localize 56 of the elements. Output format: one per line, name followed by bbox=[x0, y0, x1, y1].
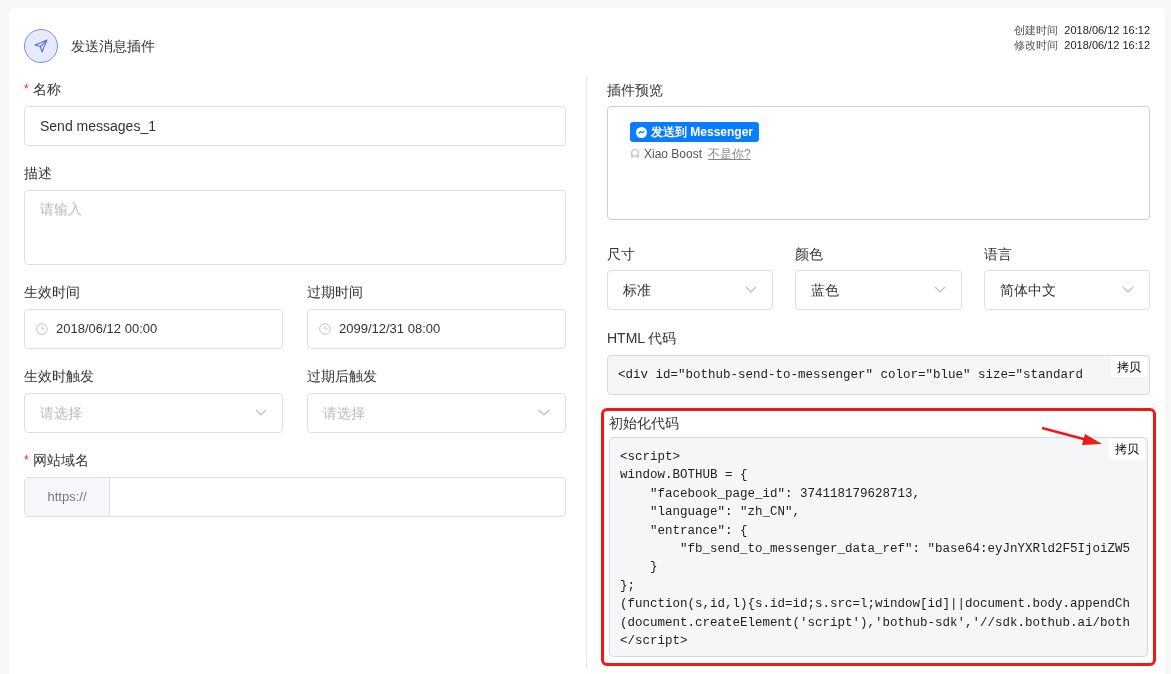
user-name: Xiao Boost bbox=[644, 146, 703, 163]
code-line: <script> bbox=[620, 450, 680, 464]
field-label: 网站域名 bbox=[32, 450, 89, 470]
page-title: 发送消息插件 bbox=[71, 36, 155, 56]
code-line: (document.createElement('script'),'bothub-sdk','//sdk.bothub.ai/both bbox=[620, 615, 1131, 630]
chevron-down-icon bbox=[1122, 286, 1134, 294]
url-input-field[interactable]: https:// bbox=[24, 477, 566, 517]
code-line: window.BOTHUB = { bbox=[620, 468, 748, 483]
code-line: } bbox=[649, 560, 658, 575]
field-label: 过期时间 bbox=[307, 282, 363, 302]
not-you-link[interactable]: 不是你? bbox=[708, 145, 751, 163]
field-label: HTML 代码 bbox=[607, 329, 678, 348]
field-label: 语言 bbox=[983, 245, 1013, 262]
meta-value: 2018/06/12 16:12 bbox=[1064, 38, 1150, 53]
field-label: 生效时间 bbox=[24, 282, 80, 302]
chevron-down-icon bbox=[745, 286, 758, 294]
meta-label: 创建时间 bbox=[1014, 23, 1059, 38]
code-line: "facebook_page_id": 374118179628713, bbox=[649, 486, 921, 501]
name-input-field[interactable]: Send messages_1 bbox=[24, 106, 566, 146]
select-dropdown[interactable]: 蓝色 bbox=[795, 270, 962, 310]
required-asterisk: * bbox=[24, 452, 29, 469]
chevron-down-icon bbox=[933, 286, 946, 294]
chevron-down-icon bbox=[538, 409, 550, 417]
date-time-field[interactable]: 2099/12/31 08:00 bbox=[307, 309, 566, 349]
field-label: 初始化代码 bbox=[609, 414, 680, 433]
code-line: </script> bbox=[620, 633, 688, 648]
clock-icon bbox=[36, 323, 48, 335]
send-to-messenger-button[interactable]: 发送到 Messenger bbox=[630, 122, 760, 142]
code-line: }; bbox=[620, 578, 635, 593]
select-dropdown[interactable]: 简体中文 bbox=[983, 270, 1150, 310]
field-label: 过期后触发 bbox=[307, 366, 377, 386]
copy-button[interactable]: 拷贝 bbox=[1109, 439, 1145, 459]
paper-plane-icon bbox=[24, 29, 58, 63]
field-label: 插件预览 bbox=[607, 81, 664, 98]
field-label: 名称 bbox=[32, 79, 61, 99]
messenger-icon bbox=[636, 126, 647, 138]
code-line: (function(s,id,l){s.id=id;s.src=l;window[id]||document.body.appendCh bbox=[620, 597, 1131, 612]
url-prefix: https:// bbox=[25, 478, 110, 516]
field-label: 颜色 bbox=[795, 245, 825, 262]
code-line: "entrance": { bbox=[649, 523, 748, 538]
copy-button[interactable]: 拷贝 bbox=[1111, 357, 1147, 377]
code-line: "language": "zh_CN", bbox=[649, 505, 801, 520]
user-icon bbox=[630, 149, 640, 159]
chevron-down-icon bbox=[255, 409, 267, 417]
field-label: 描述 bbox=[24, 163, 52, 183]
select-dropdown[interactable]: 标准 bbox=[607, 270, 774, 310]
meta-label: 修改时间 bbox=[1014, 38, 1059, 53]
annotation-arrow bbox=[1041, 426, 1103, 448]
code-line: "fb_send_to_messenger_data_ref": "base64:eyJnYXRld2F5IjoiZW5 bbox=[679, 541, 1131, 556]
field-label: 尺寸 bbox=[607, 245, 636, 262]
meta-value: 2018/06/12 16:12 bbox=[1064, 23, 1150, 38]
code-text: <div id="bothub-send-to-messenger" color="blue" size="standard bbox=[618, 366, 1084, 384]
field-label: 生效时触发 bbox=[24, 366, 94, 386]
required-asterisk: * bbox=[24, 81, 29, 98]
date-time-field[interactable]: 2018/06/12 00:00 bbox=[24, 309, 283, 349]
clock-icon bbox=[319, 323, 331, 335]
